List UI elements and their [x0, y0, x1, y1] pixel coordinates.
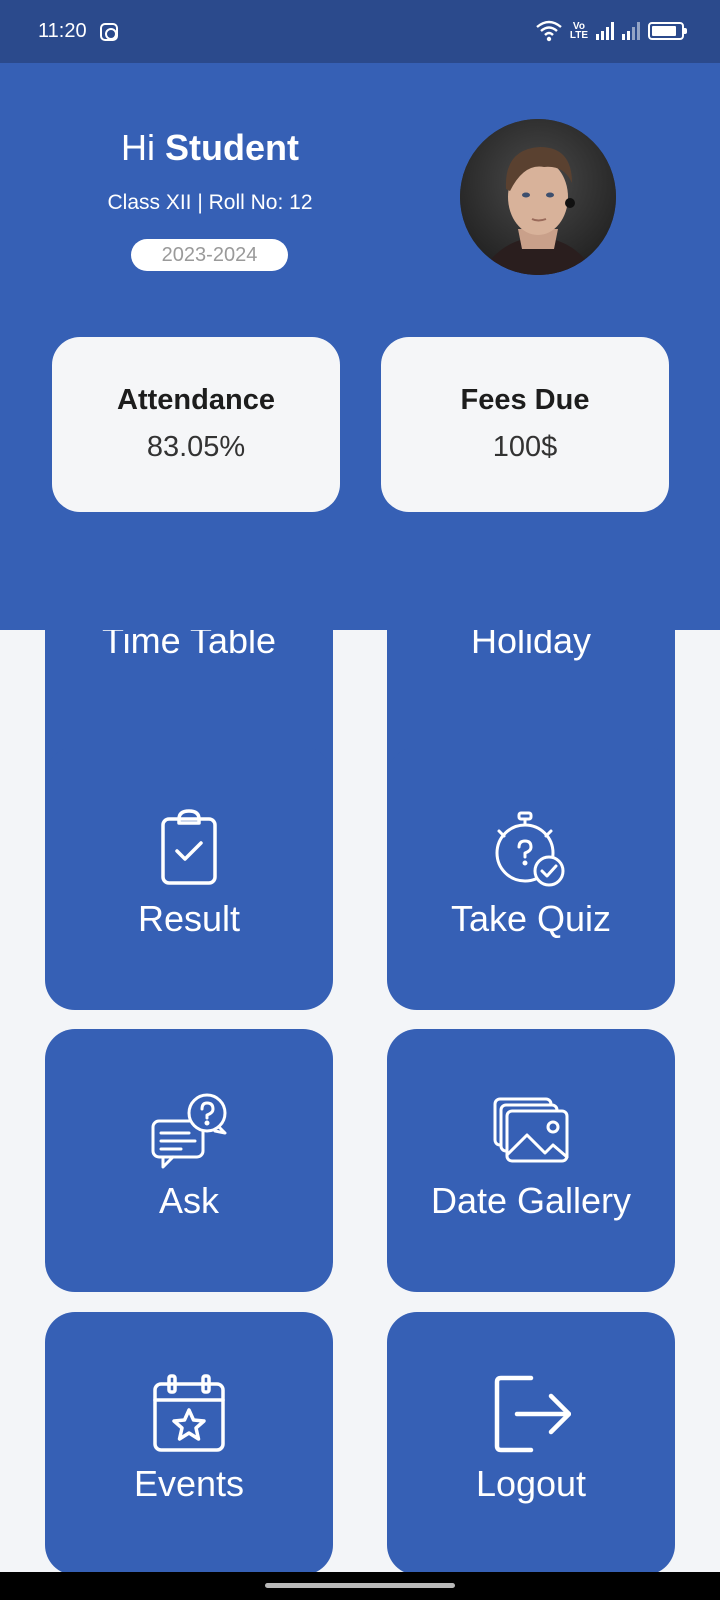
take-quiz-label: Take Quiz — [450, 898, 612, 939]
gallery-icon — [493, 1097, 569, 1163]
greeting: Hi Student — [0, 127, 420, 169]
signal-icon — [596, 22, 614, 40]
attendance-card[interactable]: Attendance 83.05% — [52, 337, 340, 512]
battery-icon — [648, 22, 687, 40]
ask-label: Ask — [158, 1180, 219, 1221]
signal-icon — [622, 22, 640, 40]
date-gallery-label: Date Gallery — [430, 1180, 632, 1221]
events-tile[interactable]: Events — [45, 1312, 333, 1575]
session-badge: 2023-2024 — [131, 239, 288, 271]
home-gesture-handle[interactable] — [265, 1583, 455, 1588]
instagram-icon — [100, 23, 118, 41]
take-quiz-tile[interactable]: Take Quiz — [387, 747, 675, 1010]
date-gallery-tile[interactable]: Date Gallery — [387, 1029, 675, 1292]
system-nav-bar — [0, 1572, 720, 1600]
status-time: 11:20 — [38, 20, 87, 42]
result-label: Result — [137, 898, 241, 939]
fees-due-value: 100$ — [492, 431, 558, 463]
ask-tile[interactable]: Ask — [45, 1029, 333, 1292]
attendance-label: Attendance — [117, 384, 275, 416]
fees-due-label: Fees Due — [460, 384, 590, 416]
class-info: Class XII | Roll No: 12 — [107, 191, 313, 214]
greeting-hi: Hi — [121, 127, 155, 168]
fees-due-card[interactable]: Fees Due 100$ — [381, 337, 669, 512]
logout-icon — [494, 1375, 571, 1453]
clipboard-check-icon — [161, 809, 217, 885]
status-bar: 11:20 Vo LTE — [0, 0, 720, 63]
attendance-value: 83.05% — [146, 431, 246, 463]
profile-header: Hi Student Class XII | Roll No: 12 2023-… — [0, 63, 720, 630]
wifi-icon — [536, 20, 562, 42]
menu-area-gap — [333, 630, 387, 730]
stopwatch-question-icon — [495, 811, 565, 887]
chat-question-icon — [151, 1093, 227, 1169]
avatar[interactable] — [460, 119, 616, 275]
volte-icon: Vo LTE — [569, 22, 588, 41]
events-label: Events — [133, 1463, 245, 1504]
result-tile[interactable]: Result — [45, 747, 333, 1010]
greeting-name: Student — [165, 127, 299, 168]
header-bottom — [0, 560, 720, 630]
volte-bottom: LTE — [569, 30, 588, 41]
logout-tile[interactable]: Logout — [387, 1312, 675, 1575]
logout-label: Logout — [475, 1463, 587, 1504]
student-photo — [460, 119, 616, 275]
status-icons: Vo LTE — [536, 18, 687, 44]
calendar-star-icon — [153, 1374, 225, 1452]
